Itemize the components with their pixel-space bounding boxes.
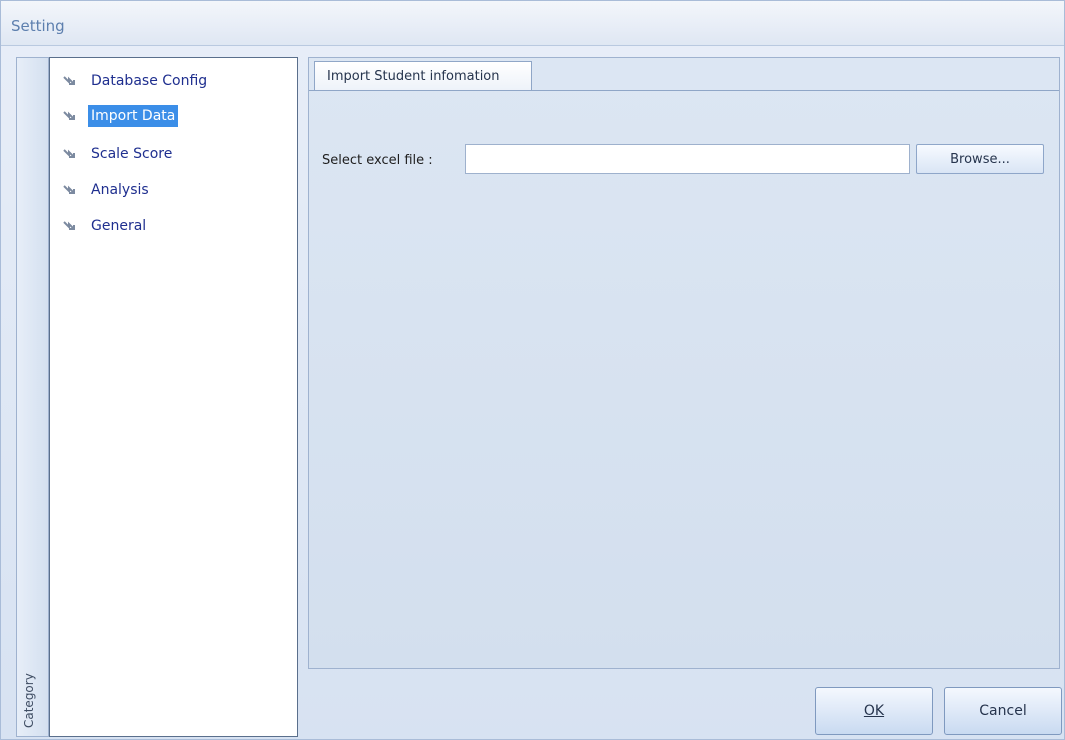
tree-item-label: General — [91, 218, 147, 234]
select-excel-file-label: Select excel file : — [322, 153, 433, 168]
main-pane: Import Student infomation Select excel f… — [308, 57, 1060, 669]
tree-item-import-data[interactable]: Import Data — [62, 105, 179, 127]
tree-item-scale-score[interactable]: Scale Score — [62, 143, 175, 165]
arrow-icon — [63, 76, 75, 85]
tree-item-database-config[interactable]: Database Config — [62, 70, 210, 92]
tree-item-general[interactable]: General — [62, 215, 149, 237]
tree-item-label: Database Config — [91, 73, 208, 89]
arrow-icon — [63, 149, 75, 158]
category-label: Category — [22, 673, 36, 728]
browse-button[interactable]: Browse... — [916, 144, 1044, 174]
title-bar: Setting — [1, 1, 1064, 46]
tab-label: Import Student infomation — [327, 69, 500, 84]
tree-item-label: Import Data — [88, 105, 179, 127]
arrow-icon — [63, 185, 75, 194]
tree-item-label: Scale Score — [91, 146, 173, 162]
ok-button[interactable]: OK — [815, 687, 933, 735]
tab-import-student-information[interactable]: Import Student infomation — [314, 61, 532, 91]
ok-button-label: OK — [863, 703, 885, 719]
window-title: Setting — [11, 17, 65, 35]
category-tree: Database Config Import Data Scale Score … — [49, 57, 298, 737]
cancel-button[interactable]: Cancel — [944, 687, 1062, 735]
dialog-buttons: OK Cancel — [308, 677, 1062, 737]
settings-window: Setting Category Database Config Import … — [0, 0, 1065, 740]
excel-file-path-input[interactable] — [465, 144, 910, 174]
category-tab[interactable]: Category — [16, 57, 49, 737]
tree-item-analysis[interactable]: Analysis — [62, 179, 152, 201]
tree-item-label: Analysis — [91, 182, 149, 198]
tab-content: Select excel file : Browse... — [309, 90, 1059, 669]
arrow-icon — [63, 111, 75, 120]
arrow-icon — [63, 221, 75, 230]
